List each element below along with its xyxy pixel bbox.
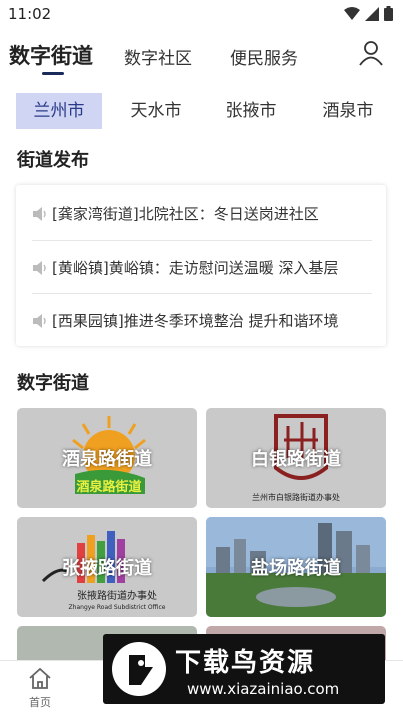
user-profile-icon[interactable] — [359, 40, 383, 66]
tile-label: 张掖路街道 — [62, 558, 152, 579]
home-icon — [29, 667, 51, 689]
tab-convenience-service[interactable]: 便民服务 — [230, 44, 298, 69]
city-tab-tianshui[interactable]: 天水市 — [113, 93, 199, 129]
watermark-url: www.xiazainiao.com — [187, 680, 340, 698]
nav-home[interactable]: 首页 — [18, 667, 62, 710]
news-text: [龚家湾街道]北院社区：冬日送岗进社区 — [52, 205, 319, 223]
news-text: [西果园镇]推进冬季环境整治 提升和谐环境 — [52, 312, 339, 330]
street-tile-baiyin-road[interactable]: 兰州市白银路街道办事处 白银路街道 — [206, 408, 386, 508]
news-item[interactable]: [西果园镇]推进冬季环境整治 提升和谐环境 — [32, 294, 372, 347]
street-tile-yanchang-road[interactable]: 盐场路街道 — [206, 517, 386, 617]
tab-digital-community[interactable]: 数字社区 — [124, 44, 192, 69]
status-time: 11:02 — [8, 5, 52, 23]
city-tabs: 兰州市 天水市 张掖市 酒泉市 — [0, 93, 403, 129]
tile-label: 酒泉路街道 — [62, 449, 152, 470]
street-tile-jiuquan-road[interactable]: 酒泉路街道 酒泉路街道 — [17, 408, 197, 508]
tab-digital-street[interactable]: 数字街道 — [9, 40, 93, 70]
city-tab-jiuquan[interactable]: 酒泉市 — [305, 93, 391, 129]
status-icons — [344, 6, 393, 21]
speaker-icon — [33, 206, 46, 221]
city-tab-lanzhou[interactable]: 兰州市 — [16, 93, 102, 129]
active-tab-indicator — [42, 72, 64, 75]
nav-home-label: 首页 — [29, 696, 51, 709]
top-nav: 数字街道 数字社区 便民服务 — [0, 36, 403, 80]
news-item[interactable]: [黄峪镇]黄峪镇：走访慰问送温暖 深入基层 — [32, 241, 372, 294]
news-section-title: 街道发布 — [17, 150, 89, 171]
bird-logo-icon — [112, 642, 166, 696]
news-text: [黄峪镇]黄峪镇：走访慰问送温暖 深入基层 — [52, 259, 339, 277]
status-bar: 11:02 — [0, 0, 403, 30]
speaker-icon — [33, 313, 46, 328]
news-card: [龚家湾街道]北院社区：冬日送岗进社区 [黄峪镇]黄峪镇：走访慰问送温暖 深入基… — [16, 185, 386, 346]
tile-label: 盐场路街道 — [251, 558, 341, 579]
battery-icon — [384, 6, 393, 21]
speaker-icon — [33, 260, 46, 275]
city-tab-zhangye[interactable]: 张掖市 — [208, 93, 294, 129]
wifi-icon — [344, 6, 360, 20]
watermark-title: 下载鸟资源 — [175, 648, 316, 678]
news-item[interactable]: [龚家湾街道]北院社区：冬日送岗进社区 — [32, 187, 372, 240]
tile-label: 白银路街道 — [251, 449, 341, 470]
signal-icon — [365, 6, 379, 21]
street-tile-zhangye-road[interactable]: 张掖路街道办事处 Zhangye Road Subdistrict Office… — [17, 517, 197, 617]
watermark-banner: 下载鸟资源 www.xiazainiao.com — [103, 634, 385, 704]
digital-section-title: 数字街道 — [17, 373, 89, 394]
